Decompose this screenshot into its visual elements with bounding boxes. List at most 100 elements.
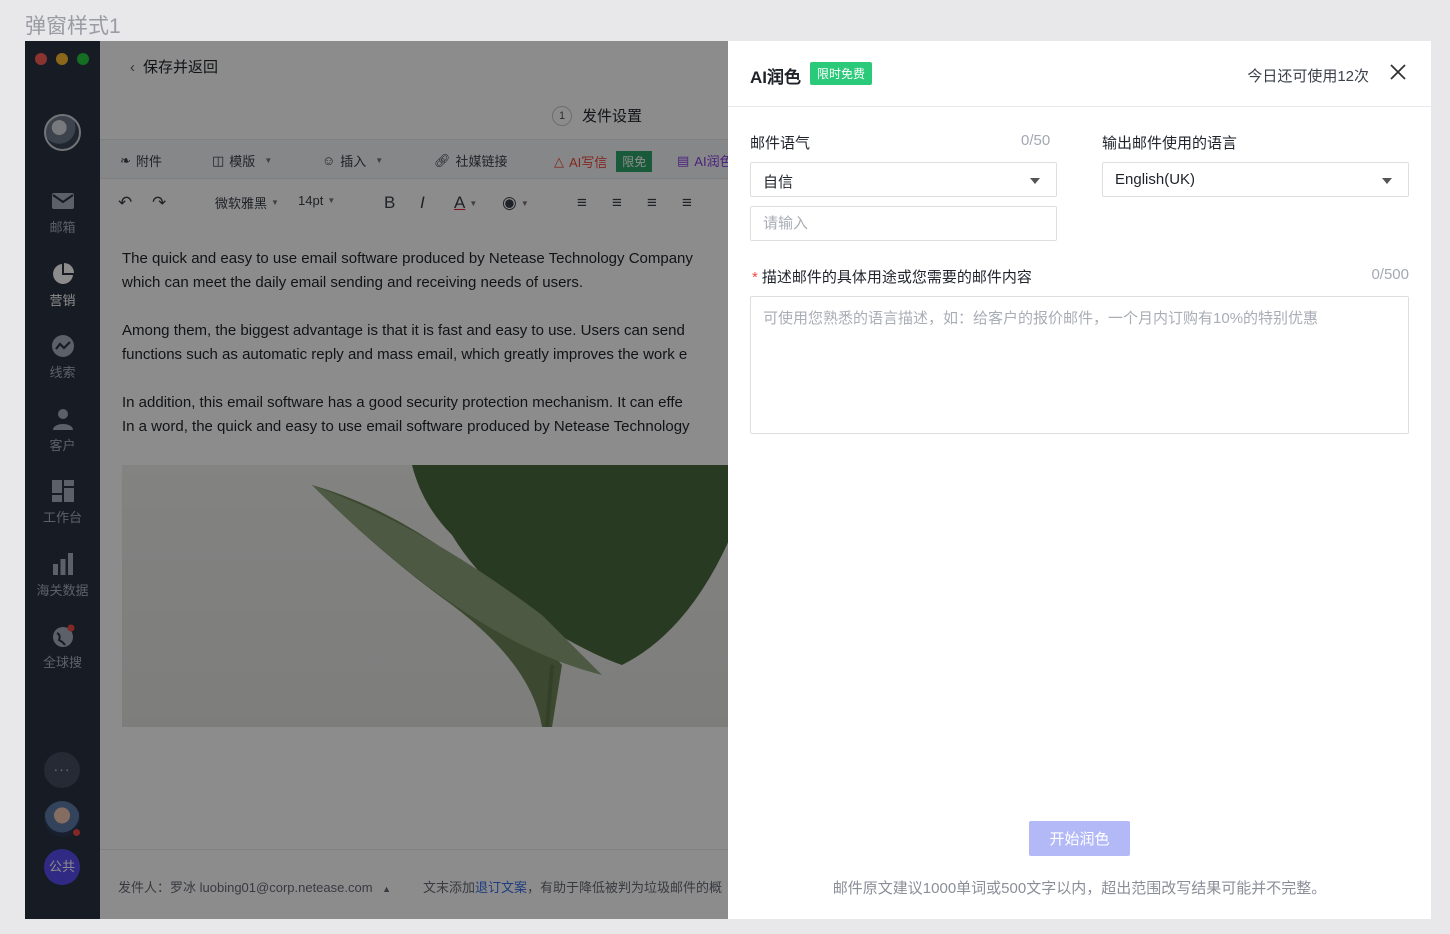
redo-button[interactable]: ↷ [152,193,166,213]
mail-icon [51,193,74,209]
sidebar-item-label: 全球搜 [42,655,82,670]
bold-button[interactable]: B [384,193,395,213]
caret-down-icon: ▼ [264,156,273,165]
language-select[interactable]: English(UK) [1102,162,1409,197]
text-color-icon: A [454,193,466,212]
minimize-window-icon[interactable] [56,53,68,65]
description-label: * 描述邮件的具体用途或您需要的邮件内容 [752,266,1032,287]
window-controls [35,53,89,65]
sidebar-item-label: 客户 [49,438,76,453]
text-color-button[interactable]: A ▼ [454,193,477,213]
sidebar-item-label: 海关数据 [36,583,89,598]
sidebar-item-global-search[interactable]: 全球搜 [25,624,100,671]
font-family-select[interactable]: 微软雅黑 ▼ [215,193,279,212]
language-label: 输出邮件使用的语言 [1102,135,1238,152]
start-polish-button[interactable]: 开始润色 [1029,821,1130,856]
insert-button[interactable]: ☺ 插入 ▼ [322,151,383,170]
email-editor: ‹ 保存并返回 1 发件设置 ❧ 附件 ◫ 模版 ▼ ☺ 插入 ▼ 🔗︎ 社媒链… [100,41,753,919]
caret-down-icon: ▼ [469,198,478,208]
email-body[interactable]: The quick and easy to use email software… [122,247,753,463]
tone-value: 自信 [763,174,794,191]
ai-polish-panel: AI润色 限时免费 今日还可使用12次 邮件语气 0/50 自信 输出邮件使用的… [728,41,1431,919]
justify-button[interactable]: ≡ [682,193,692,213]
italic-button[interactable]: I [420,193,425,213]
undo-button[interactable]: ↶ [118,193,132,213]
caret-down-icon: ▼ [520,198,529,208]
italic-icon: I [420,193,425,212]
status-dot [72,828,81,837]
align-left-icon: ≡ [577,193,587,212]
step-indicator[interactable]: 1 发件设置 [552,105,642,126]
sidebar-item-label: 线索 [49,365,76,380]
insert-person-icon: ☺ [322,153,336,168]
app-window: 邮箱 营销 线索 客户 工作台 海关数据 全球搜 ··· 公共 ‹ 保存并返回 … [25,41,1431,919]
tone-counter: 0/50 [1021,132,1051,149]
description-label-text: 描述邮件的具体用途或您需要的邮件内容 [761,269,1032,286]
back-label: 保存并返回 [143,59,219,76]
template-button[interactable]: ◫ 模版 ▼ [212,151,272,170]
sidebar-item-label: 工作台 [42,510,82,525]
template-icon: ◫ [212,152,225,168]
sidebar-item-workspace[interactable]: 工作台 [25,479,100,526]
attach-label: 附件 [135,154,162,169]
ai-write-button[interactable]: △ AI写信 限免 [554,151,653,172]
save-and-back-button[interactable]: ‹ 保存并返回 [130,56,218,77]
highlight-button[interactable]: ◉ ▼ [502,193,529,213]
required-mark: * [752,269,758,286]
frame-label: 弹窗样式1 [25,15,121,38]
more-button[interactable]: ··· [44,752,80,788]
caret-down-icon [1030,178,1040,184]
language-value: English(UK) [1115,171,1196,188]
sidebar: 邮箱 营销 线索 客户 工作台 海关数据 全球搜 ··· 公共 [25,41,100,919]
tone-label: 邮件语气 [750,135,811,152]
insert-label: 插入 [340,154,367,169]
redo-icon: ↷ [152,193,167,212]
close-window-icon[interactable] [35,53,47,65]
align-center-icon: ≡ [647,193,657,212]
sidebar-item-customs-data[interactable]: 海关数据 [25,552,100,599]
tone-input[interactable] [750,206,1057,241]
free-badge: 限时免费 [810,62,873,85]
body-line: In a word, the quick and easy to use ema… [122,418,690,435]
globe-icon [52,624,74,647]
social-link-button[interactable]: 🔗︎ 社媒链接 [434,151,508,170]
body-line: The quick and easy to use email software… [122,250,693,267]
panel-header: AI润色 限时免费 今日还可使用12次 [728,41,1431,107]
body-line: Among them, the biggest advantage is tha… [122,322,685,339]
justify-icon: ≡ [682,193,692,212]
format-toolbar: ↶ ↷ 微软雅黑 ▼ 14pt ▼ B I A ▼ ◉ ▼ ≡ ≡ ≡ ≡ [100,181,753,225]
body-line: which can meet the daily email sending a… [122,274,584,291]
sender-select[interactable]: 发件人：罗冰 luobing01@corp.netease.com ▲ [118,877,391,896]
maximize-window-icon[interactable] [77,53,89,65]
bold-icon: B [384,193,396,212]
leaf-image [122,465,753,727]
public-account-button[interactable]: 公共 [44,849,80,885]
sidebar-item-mailbox[interactable]: 邮箱 [25,189,100,236]
sidebar-item-marketing[interactable]: 营销 [25,262,100,309]
trend-icon [51,335,74,357]
align-center-button[interactable]: ≡ [647,193,657,213]
font-size-select[interactable]: 14pt ▼ [298,193,335,208]
ai-polish-button[interactable]: ▤ AI润色 [677,151,733,170]
sidebar-item-label: 邮箱 [49,220,76,235]
undo-icon: ↶ [118,193,133,212]
align-left-button[interactable]: ≡ [577,193,587,213]
bar-chart-icon [52,553,73,575]
align-right-button[interactable]: ≡ [612,193,622,213]
attach-button[interactable]: ❧ 附件 [120,151,162,170]
editor-footer: 发件人：罗冰 luobing01@corp.netease.com ▲ 文末添加… [100,849,753,919]
user-avatar[interactable] [44,801,81,837]
description-counter: 0/500 [1371,266,1409,283]
length-note: 邮件原文建议1000单词或500文字以内，超出范围改写结果可能并不完整。 [832,880,1327,897]
company-avatar[interactable] [44,114,81,151]
sidebar-item-customers[interactable]: 客户 [25,407,100,454]
panel-title: AI润色 [750,68,801,87]
sidebar-item-label: 营销 [49,293,76,308]
description-textarea[interactable] [750,296,1409,434]
unsubscribe-link[interactable]: 退订文案 [475,880,527,895]
sidebar-item-leads[interactable]: 线索 [25,334,100,381]
tone-select[interactable]: 自信 [750,162,1057,197]
close-icon[interactable] [1387,61,1409,83]
caret-down-icon: ▼ [327,196,336,205]
font-family-value: 微软雅黑 [215,196,268,211]
